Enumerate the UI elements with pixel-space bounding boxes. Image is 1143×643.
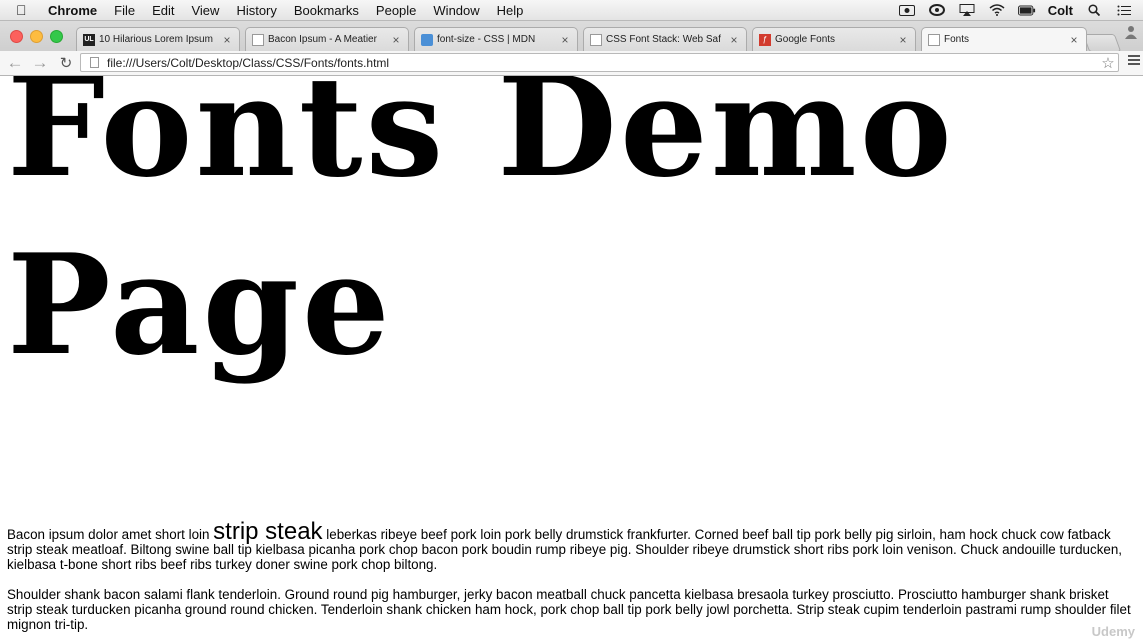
tab-bacon-ipsum[interactable]: Bacon Ipsum - A Meatier × <box>245 27 409 51</box>
tab-title: CSS Font Stack: Web Saf <box>606 34 721 45</box>
hamburger-menu-icon[interactable] <box>1128 55 1140 67</box>
close-tab-icon[interactable]: × <box>897 33 909 47</box>
spotlight-search-icon[interactable] <box>1085 4 1103 16</box>
menu-window[interactable]: Window <box>433 3 479 18</box>
page-favicon-icon <box>252 33 264 46</box>
reload-icon[interactable]: ↻ <box>57 54 75 72</box>
tab-google-fonts[interactable]: ƒ Google Fonts × <box>752 27 916 51</box>
tab-title: Google Fonts <box>775 34 836 45</box>
page-favicon-icon <box>928 33 940 46</box>
paragraph-1: Bacon ipsum dolor amet short loin strip … <box>7 520 1135 573</box>
minimize-window-button[interactable] <box>30 30 43 43</box>
tab-title: Fonts <box>944 34 970 45</box>
page-content: Fonts Demo Page Bacon ipsum dolor amet s… <box>0 76 1143 643</box>
apple-icon[interactable]:  <box>16 2 36 18</box>
page-heading: Fonts Demo Page <box>7 76 955 386</box>
page-favicon-icon <box>590 33 602 46</box>
menu-view[interactable]: View <box>191 3 219 18</box>
close-tab-icon[interactable]: × <box>559 33 571 47</box>
page-icon <box>90 57 99 68</box>
wifi-icon[interactable] <box>988 4 1006 16</box>
mdn-favicon-icon <box>421 33 433 46</box>
profile-icon[interactable] <box>1123 25 1139 41</box>
screen-record-icon[interactable] <box>898 4 916 16</box>
tab-title: 10 Hilarious Lorem Ipsum <box>99 34 213 45</box>
creative-cloud-icon[interactable] <box>928 4 946 16</box>
google-fonts-favicon-icon: ƒ <box>759 33 771 46</box>
paragraph-1-start: Bacon ipsum dolor amet short loin <box>7 527 214 542</box>
menu-people[interactable]: People <box>376 3 416 18</box>
udemy-watermark: Udemy <box>1091 624 1135 639</box>
menu-bar:  Chrome File Edit View History Bookmark… <box>0 0 1143 21</box>
menu-history[interactable]: History <box>236 3 276 18</box>
airplay-icon[interactable] <box>958 4 976 16</box>
maximize-window-button[interactable] <box>50 30 63 43</box>
paragraph-2: Shoulder shank bacon salami flank tender… <box>7 587 1131 632</box>
strip-steak-span: strip steak <box>213 518 323 545</box>
tab-title: Bacon Ipsum - A Meatier <box>268 34 377 45</box>
back-arrow-icon[interactable]: ← <box>6 53 24 73</box>
url-text[interactable]: file:///Users/Colt/Desktop/Class/CSS/Fon… <box>107 56 1098 70</box>
menu-bookmarks[interactable]: Bookmarks <box>294 3 359 18</box>
close-tab-icon[interactable]: × <box>1068 33 1080 47</box>
menu-edit[interactable]: Edit <box>152 3 174 18</box>
tab-strip: UL 10 Hilarious Lorem Ipsum × Bacon Ipsu… <box>0 21 1143 52</box>
tab-fonts[interactable]: Fonts × <box>921 27 1087 51</box>
tab-title: font-size - CSS | MDN <box>437 34 536 45</box>
close-window-button[interactable] <box>10 30 23 43</box>
tab-lorem-ipsum[interactable]: UL 10 Hilarious Lorem Ipsum × <box>76 27 240 51</box>
menu-app-name[interactable]: Chrome <box>48 3 97 18</box>
forward-arrow-icon[interactable]: → <box>31 53 49 73</box>
user-name[interactable]: Colt <box>1048 3 1073 18</box>
menu-file[interactable]: File <box>114 3 135 18</box>
status-area: Colt <box>898 0 1133 20</box>
browser-toolbar: ← → ↻ file:///Users/Colt/Desktop/Class/C… <box>0 51 1143 76</box>
bookmark-star-icon[interactable]: ☆ <box>1098 54 1118 72</box>
tab-css-font-stack[interactable]: CSS Font Stack: Web Saf × <box>583 27 747 51</box>
new-tab-button[interactable] <box>1082 34 1122 52</box>
notification-center-icon[interactable] <box>1115 4 1133 16</box>
close-tab-icon[interactable]: × <box>728 33 740 47</box>
address-bar[interactable]: file:///Users/Colt/Desktop/Class/CSS/Fon… <box>80 53 1119 72</box>
battery-icon[interactable] <box>1017 4 1036 16</box>
ul-favicon-icon: UL <box>83 33 95 46</box>
window-controls <box>10 30 63 43</box>
menu-help[interactable]: Help <box>497 3 524 18</box>
close-tab-icon[interactable]: × <box>221 33 233 47</box>
tab-font-size-mdn[interactable]: font-size - CSS | MDN × <box>414 27 578 51</box>
close-tab-icon[interactable]: × <box>390 33 402 47</box>
